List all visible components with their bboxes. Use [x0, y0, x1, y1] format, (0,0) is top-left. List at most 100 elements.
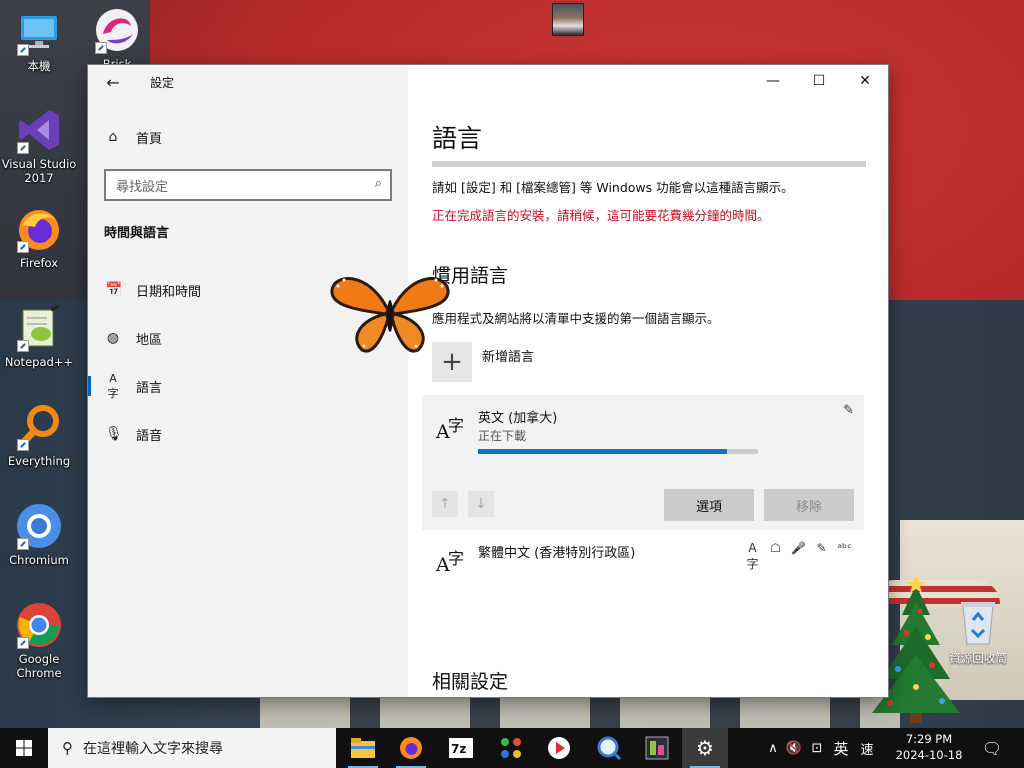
- move-down-button[interactable]: ↓: [468, 491, 494, 517]
- search-placeholder: 尋找設定: [116, 180, 169, 195]
- brisk-icon: [93, 6, 141, 54]
- sidebar-item-language[interactable]: A字 語言: [88, 366, 408, 406]
- desktop-icon-visual-studio[interactable]: Visual Studio 2017: [0, 106, 78, 185]
- notification-button[interactable]: 🗨: [978, 728, 1006, 768]
- taskbar-search-placeholder: 在這裡輸入文字來搜尋: [83, 741, 223, 757]
- handwriting-icon: ✎: [843, 403, 854, 418]
- network-icon[interactable]: ⊡: [806, 741, 828, 756]
- svg-text:7z: 7z: [451, 742, 466, 756]
- display-language-icon: A字: [746, 541, 759, 571]
- desktop-icon-label: Chromium: [9, 553, 69, 567]
- desktop-icon-label: Firefox: [19, 256, 59, 270]
- taskbar-app-qt[interactable]: [634, 728, 680, 768]
- maximize-icon: ☐: [812, 73, 826, 89]
- add-language-label[interactable]: 新增語言: [482, 346, 534, 365]
- notification-icon: 🗨: [981, 738, 1003, 758]
- sidebar-item-label: 日期和時間: [136, 284, 202, 300]
- desktop-icon-label: Google Chrome: [16, 652, 62, 680]
- settings-content: — ☐ ✕ 語言 請如 [設定] 和 [檔案總管] 等 Windows 功能會以…: [408, 65, 888, 697]
- taskbar-media-player[interactable]: [536, 728, 582, 768]
- language-item-chinese-hk[interactable]: 繁體中文 (香港特別行政區): [478, 542, 635, 561]
- folder-icon: [351, 738, 375, 758]
- taskbar-file-explorer[interactable]: [340, 728, 386, 768]
- nav-home[interactable]: ⌂ 首頁: [88, 117, 408, 157]
- taskbar-clock[interactable]: 7:29 PM 2024-10-18: [892, 731, 966, 763]
- magnifier-app-icon: [597, 736, 621, 760]
- search-icon: ⚲: [62, 739, 73, 757]
- related-settings-heading: 相關設定: [432, 671, 509, 693]
- start-button[interactable]: [0, 728, 48, 768]
- visual-studio-icon: [15, 106, 63, 154]
- desktop-icon-firefox[interactable]: Firefox: [0, 205, 78, 270]
- settings-window: ← 設定 ⌂ 首頁 尋找設定 ⌕ 時間與語言 📅 日期和時間 ◍ 地區 A字 語…: [88, 65, 888, 697]
- arrow-down-icon: ↓: [475, 496, 487, 512]
- language-feature-icons: A字 ☖ 🎤 ✎ ᵃᵇᶜ: [744, 541, 853, 572]
- volume-muted-icon[interactable]: 🔇: [782, 741, 806, 756]
- windows-logo-icon: [16, 740, 32, 756]
- sidebar-item-label: 語言: [136, 380, 163, 396]
- desktop-icon-label: Visual Studio 2017: [1, 157, 77, 185]
- firefox-icon: [400, 737, 422, 759]
- desktop-icon-chromium[interactable]: Chromium: [0, 502, 78, 567]
- language-install-progress: [432, 161, 866, 167]
- notepad-plus-plus-icon: [15, 304, 63, 352]
- chromium-icon: [15, 502, 63, 550]
- taskbar: ⚲ 在這裡輸入文字來搜尋 7z ⚙ ∧ 🔇 ⊡ 英 速 7:29 PM 2024…: [0, 728, 1024, 768]
- sidebar-section-heading: 時間與語言: [104, 226, 170, 241]
- microphone-icon: 🎙: [105, 426, 123, 442]
- app-icon: [645, 736, 669, 760]
- language-glyph-icon: A字: [436, 416, 465, 443]
- language-name: 英文 (加拿大): [478, 411, 558, 426]
- desktop-icon-google-chrome[interactable]: Google Chrome: [0, 601, 78, 680]
- handwriting-icon: ✎: [816, 541, 827, 555]
- move-up-button[interactable]: ↑: [432, 491, 458, 517]
- recycle-bin-icon: [959, 600, 997, 646]
- taskbar-7zip[interactable]: 7z: [438, 728, 484, 768]
- taskbar-network-app[interactable]: [488, 728, 534, 768]
- desktop-icon-label: Everything: [7, 454, 71, 468]
- language-status: 正在下載: [478, 429, 527, 443]
- desktop-icon-this-pc[interactable]: 本機: [0, 8, 78, 73]
- ime-mode-indicator[interactable]: 速: [854, 739, 880, 758]
- taskbar-settings[interactable]: ⚙: [682, 728, 728, 768]
- close-icon: ✕: [859, 73, 871, 89]
- everything-icon: [15, 403, 63, 451]
- desktop-icon-everything[interactable]: Everything: [0, 403, 78, 468]
- download-progress-fill: [478, 449, 728, 454]
- language-icon: A字: [107, 371, 119, 400]
- maximize-button[interactable]: ☐: [796, 65, 842, 97]
- butterfly-widget[interactable]: [328, 270, 452, 356]
- home-icon: ⌂: [108, 129, 118, 145]
- chevron-up-icon[interactable]: ∧: [764, 741, 782, 756]
- desktop-icon-brisk[interactable]: Brisk: [78, 6, 156, 71]
- back-button[interactable]: ←: [98, 69, 128, 95]
- minimize-icon: —: [766, 73, 780, 89]
- language-item-english-canada[interactable]: A字 英文 (加拿大) 正在下載 ✎ ↑ ↓ 選項 移除: [422, 395, 864, 530]
- desktop-icon-label: Notepad++: [4, 355, 74, 369]
- install-warning: 正在完成語言的安裝，請稍候，這可能要花費幾分鐘的時間。: [432, 208, 770, 223]
- taskbar-search-app[interactable]: [586, 728, 632, 768]
- taskbar-firefox[interactable]: [388, 728, 434, 768]
- system-tray: ∧ 🔇 ⊡ 英 速: [764, 728, 880, 768]
- taskbar-search-input[interactable]: ⚲ 在這裡輸入文字來搜尋: [48, 728, 336, 768]
- page-title: 語言: [432, 124, 483, 153]
- settings-search-input[interactable]: 尋找設定 ⌕: [104, 169, 392, 201]
- ime-language-indicator[interactable]: 英: [828, 738, 854, 759]
- language-glyph-icon: A字: [436, 549, 465, 576]
- sidebar-item-label: 語音: [136, 428, 163, 444]
- close-button[interactable]: ✕: [842, 65, 888, 97]
- options-button[interactable]: 選項: [664, 489, 754, 521]
- minimize-button[interactable]: —: [750, 65, 796, 97]
- remove-button[interactable]: 移除: [764, 489, 854, 521]
- spell-check-icon: ᵃᵇᶜ: [837, 541, 852, 555]
- sidebar-item-speech[interactable]: 🎙 語音: [88, 414, 408, 454]
- window-title: 設定: [150, 76, 175, 90]
- clock-date: 2024-10-18: [895, 748, 963, 762]
- globe-icon: ◍: [106, 330, 120, 346]
- 7zip-icon: 7z: [449, 738, 473, 758]
- download-progress-bar: [478, 449, 758, 454]
- settings-sidebar: ← 設定 ⌂ 首頁 尋找設定 ⌕ 時間與語言 📅 日期和時間 ◍ 地區 A字 語…: [88, 65, 408, 697]
- photo-widget[interactable]: [552, 3, 584, 36]
- desktop-icon-notepad-plus-plus[interactable]: Notepad++: [0, 304, 78, 369]
- microphone-icon: 🎤: [791, 541, 806, 555]
